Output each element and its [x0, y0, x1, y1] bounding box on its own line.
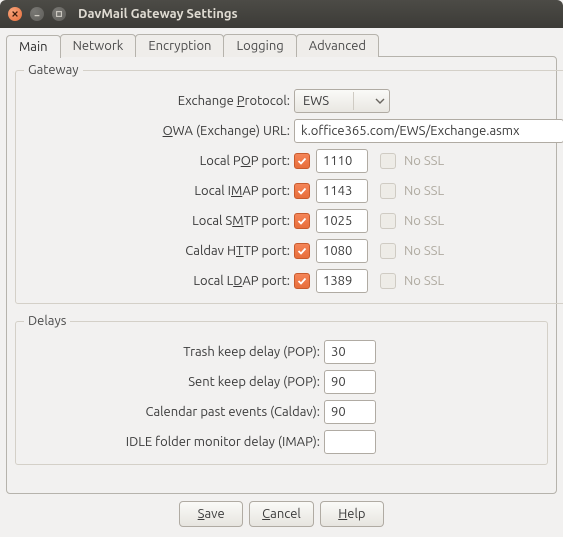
exchange-protocol-label: Exchange Protocol:	[24, 94, 294, 108]
imap-port-input[interactable]	[316, 179, 368, 203]
row-caldav-port: Caldav HTTP port: No SSL	[24, 237, 563, 265]
smtp-port-input[interactable]	[316, 209, 368, 233]
calpast-label: Calendar past events (Caldav):	[24, 405, 324, 419]
tab-network[interactable]: Network	[60, 34, 137, 57]
smtp-port-label: Local SMTP port:	[24, 214, 294, 228]
minimize-icon[interactable]	[30, 7, 44, 21]
imap-ssl-label: No SSL	[404, 184, 444, 198]
pop-ssl-label: No SSL	[404, 154, 444, 168]
calpast-input[interactable]	[324, 400, 376, 424]
save-button[interactable]: Save	[179, 501, 243, 527]
chevron-down-icon	[375, 96, 385, 106]
pop-port-input[interactable]	[316, 149, 368, 173]
sent-delay-input[interactable]	[324, 370, 376, 394]
smtp-ssl-checkbox[interactable]	[380, 213, 396, 229]
delays-group: Delays Trash keep delay (POP): Sent keep…	[15, 314, 548, 465]
imap-port-label: Local IMAP port:	[24, 184, 294, 198]
ldap-port-label: Local LDAP port:	[24, 274, 294, 288]
tab-bar: Main Network Encryption Logging Advanced	[6, 34, 557, 57]
smtp-enable-checkbox[interactable]	[294, 213, 310, 229]
close-icon[interactable]	[8, 7, 22, 21]
window-title: DavMail Gateway Settings	[78, 7, 238, 21]
tab-main[interactable]: Main	[6, 35, 61, 58]
exchange-protocol-select[interactable]: EWS	[294, 89, 390, 113]
caldav-port-label: Caldav HTTP port:	[24, 244, 294, 258]
row-calpast-delay: Calendar past events (Caldav):	[24, 398, 539, 426]
delays-legend: Delays	[24, 314, 70, 328]
tab-panel-main: Gateway Exchange Protocol: EWS OWA (Exch…	[6, 56, 557, 494]
ldap-enable-checkbox[interactable]	[294, 273, 310, 289]
row-imap-port: Local IMAP port: No SSL	[24, 177, 563, 205]
exchange-protocol-value: EWS	[303, 94, 329, 108]
imap-ssl-checkbox[interactable]	[380, 183, 396, 199]
maximize-icon[interactable]	[52, 7, 66, 21]
content-area: Main Network Encryption Logging Advanced…	[0, 28, 563, 537]
row-smtp-port: Local SMTP port: No SSL	[24, 207, 563, 235]
cancel-button[interactable]: Cancel	[249, 501, 314, 527]
idle-delay-label: IDLE folder monitor delay (IMAP):	[24, 435, 324, 449]
ldap-port-input[interactable]	[316, 269, 368, 293]
caldav-ssl-checkbox[interactable]	[380, 243, 396, 259]
caldav-ssl-label: No SSL	[404, 244, 444, 258]
ldap-ssl-checkbox[interactable]	[380, 273, 396, 289]
row-exchange-protocol: Exchange Protocol: EWS	[24, 87, 563, 115]
gateway-legend: Gateway	[24, 63, 83, 77]
sent-delay-label: Sent keep delay (POP):	[24, 375, 324, 389]
row-owa-url: OWA (Exchange) URL:	[24, 117, 563, 145]
pop-ssl-checkbox[interactable]	[380, 153, 396, 169]
trash-delay-label: Trash keep delay (POP):	[24, 345, 324, 359]
row-trash-delay: Trash keep delay (POP):	[24, 338, 539, 366]
trash-delay-input[interactable]	[324, 340, 376, 364]
tab-encryption[interactable]: Encryption	[135, 34, 224, 57]
row-pop-port: Local POP port: No SSL	[24, 147, 563, 175]
titlebar: DavMail Gateway Settings	[0, 0, 563, 28]
imap-enable-checkbox[interactable]	[294, 183, 310, 199]
gateway-group: Gateway Exchange Protocol: EWS OWA (Exch…	[15, 63, 563, 304]
tab-logging[interactable]: Logging	[223, 34, 296, 57]
dialog-button-bar: Save Cancel Help	[6, 495, 557, 533]
smtp-ssl-label: No SSL	[404, 214, 444, 228]
pop-port-label: Local POP port:	[24, 154, 294, 168]
pop-enable-checkbox[interactable]	[294, 153, 310, 169]
caldav-enable-checkbox[interactable]	[294, 243, 310, 259]
row-ldap-port: Local LDAP port: No SSL	[24, 267, 563, 295]
settings-window: DavMail Gateway Settings Main Network En…	[0, 0, 563, 537]
owa-url-input[interactable]	[294, 119, 563, 143]
row-idle-delay: IDLE folder monitor delay (IMAP):	[24, 428, 539, 456]
ldap-ssl-label: No SSL	[404, 274, 444, 288]
caldav-port-input[interactable]	[316, 239, 368, 263]
idle-delay-input[interactable]	[324, 430, 376, 454]
help-button[interactable]: Help	[320, 501, 384, 527]
owa-url-label: OWA (Exchange) URL:	[24, 124, 294, 138]
row-sent-delay: Sent keep delay (POP):	[24, 368, 539, 396]
tab-advanced[interactable]: Advanced	[296, 34, 379, 57]
